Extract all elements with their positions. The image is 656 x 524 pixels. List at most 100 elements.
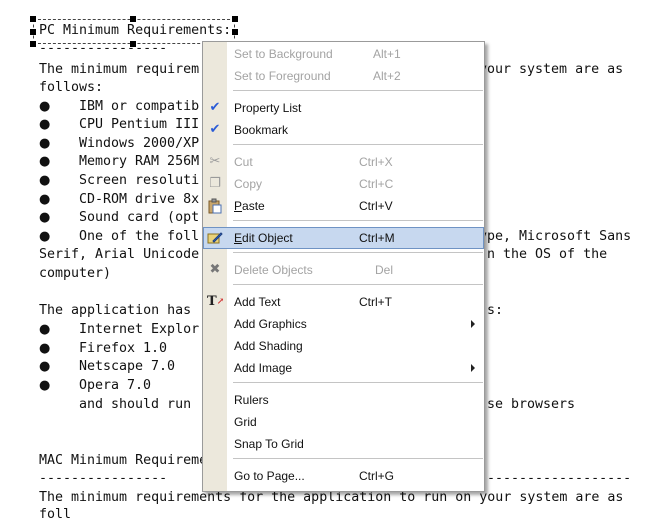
menu-item-label: Add Image: [234, 361, 293, 375]
bullet: ●: [39, 378, 51, 393]
resize-handle-middle-left[interactable]: [30, 29, 36, 35]
browsers-outro-left: and should run: [79, 397, 192, 412]
browser-item-2: Firefox 1.0: [79, 341, 168, 356]
mac-rule-right: ------------------: [487, 471, 632, 486]
menu-item-label: Copy: [234, 177, 263, 191]
menu-item-shortcut: Ctrl+C: [359, 177, 394, 191]
menu-item-rulers[interactable]: Rulers: [203, 389, 484, 411]
mac-follows: foll: [39, 507, 72, 522]
bullet: ●: [39, 99, 51, 114]
mac-title: MAC Minimum Requireme: [39, 453, 208, 468]
menu-item-go-to-page[interactable]: Go to Page... Ctrl+G: [203, 465, 484, 487]
pc-wrap-right: n the OS of the: [487, 247, 608, 262]
pc-item-4: Memory RAM 256M: [79, 154, 200, 169]
pc-item-6: CD-ROM drive 8x: [79, 192, 200, 207]
menu-item-set-to-background[interactable]: Set to Background Alt+1: [203, 43, 484, 65]
scissors-icon: ✂: [209, 154, 221, 169]
context-menu: Set to Background Alt+1 Set to Foregroun…: [202, 41, 485, 492]
menu-item-grid[interactable]: Grid: [203, 411, 484, 433]
menu-item-shortcut: Del: [375, 263, 394, 277]
menu-item-shortcut: Alt+2: [373, 69, 401, 83]
menu-item-label: Snap To Grid: [234, 437, 304, 451]
menu-item-shortcut: Ctrl+M: [359, 231, 395, 245]
browser-item-3: Netscape 7.0: [79, 359, 176, 374]
menu-item-delete-objects[interactable]: ✖ Delete Objects Del: [203, 259, 484, 281]
browsers-intro-right: s:: [487, 303, 504, 318]
menu-item-label: Property List: [234, 101, 302, 115]
menu-separator: [233, 144, 483, 145]
menu-item-copy[interactable]: ❐ Copy Ctrl+C: [203, 173, 484, 195]
menu-item-shortcut: Ctrl+G: [359, 469, 395, 483]
submenu-arrow-icon: [471, 364, 475, 372]
menu-item-set-to-foreground[interactable]: Set to Foreground Alt+2: [203, 65, 484, 87]
menu-item-shortcut: Ctrl+X: [359, 155, 393, 169]
menu-item-bookmark[interactable]: ✔ Bookmark: [203, 119, 484, 141]
pc-intro-right: your system are as: [479, 62, 624, 77]
menu-item-label: Cut: [234, 155, 253, 169]
menu-item-property-list[interactable]: ✔ Property List: [203, 97, 484, 119]
menu-item-shortcut: Ctrl+V: [359, 199, 393, 213]
bullet: ●: [39, 359, 51, 374]
menu-item-label: Set to Background: [234, 47, 333, 61]
menu-item-add-image[interactable]: Add Image: [203, 357, 484, 379]
delete-icon: ✖: [209, 262, 221, 277]
menu-item-cut[interactable]: ✂ Cut Ctrl+X: [203, 151, 484, 173]
pc-intro-left: The minimum requirem: [39, 62, 200, 77]
browser-item-4: Opera 7.0: [79, 378, 152, 393]
resize-handle-top-left[interactable]: [30, 16, 36, 22]
menu-item-label: Bookmark: [234, 123, 289, 137]
menu-item-label: Grid: [234, 415, 257, 429]
menu-item-add-graphics[interactable]: Add Graphics: [203, 313, 484, 335]
pc-item-2: CPU Pentium III: [79, 117, 200, 132]
pc-follows: follows:: [39, 80, 104, 95]
menu-item-edit-object[interactable]: Edit Object Ctrl+M: [203, 227, 484, 249]
paste-icon: [207, 198, 223, 214]
menu-item-label: Edit Object: [234, 231, 293, 245]
menu-item-label: Add Graphics: [234, 317, 307, 331]
menu-item-paste[interactable]: Paste Ctrl+V: [203, 195, 484, 217]
menu-item-shortcut: Ctrl+T: [359, 295, 392, 309]
check-icon: ✔: [209, 122, 221, 137]
bullet: ●: [39, 117, 51, 132]
pc-item-8-right: ype, Microsoft Sans: [479, 229, 632, 244]
menu-separator: [233, 458, 483, 459]
menu-separator: [233, 382, 483, 383]
bullet: ●: [39, 136, 51, 151]
menu-item-label: Rulers: [234, 393, 269, 407]
bullet: ●: [39, 322, 51, 337]
resize-handle-top-right[interactable]: [232, 16, 238, 22]
bullet: ●: [39, 341, 51, 356]
pc-rule: ----------------: [39, 41, 168, 56]
menu-item-add-text[interactable]: T↗ Add Text Ctrl+T: [203, 291, 484, 313]
add-text-icon: T↗: [207, 294, 225, 309]
submenu-arrow-icon: [471, 320, 475, 328]
bullet: ●: [39, 154, 51, 169]
menu-item-label: Delete Objects: [234, 263, 313, 277]
edit-object-icon: [207, 230, 223, 246]
menu-item-add-shading[interactable]: Add Shading: [203, 335, 484, 357]
pc-item-8: One of the foll: [79, 229, 200, 244]
menu-separator: [233, 284, 483, 285]
menu-item-label: Add Shading: [234, 339, 303, 353]
menu-separator: [233, 90, 483, 91]
menu-item-snap-to-grid[interactable]: Snap To Grid: [203, 433, 484, 455]
menu-separator: [233, 252, 483, 253]
browser-item-1: Internet Explor: [79, 322, 200, 337]
menu-item-label: Go to Page...: [234, 469, 305, 483]
bullet: ●: [39, 173, 51, 188]
menu-item-label: Add Text: [234, 295, 281, 309]
pc-item-7: Sound card (opt: [79, 210, 200, 225]
browsers-intro-left: The application has: [39, 303, 192, 318]
menu-item-label: Set to Foreground: [234, 69, 331, 83]
resize-handle-middle-right[interactable]: [232, 29, 238, 35]
bullet: ●: [39, 229, 51, 244]
browsers-outro-right: se browsers: [487, 397, 576, 412]
pc-item-3: Windows 2000/XP: [79, 136, 200, 151]
pc-item-5: Screen resoluti: [79, 173, 200, 188]
pc-wrap-computer: computer): [39, 266, 112, 281]
copy-icon: ❐: [209, 176, 221, 191]
pc-item-1: IBM or compatib: [79, 99, 200, 114]
menu-separator: [233, 220, 483, 221]
mac-rule: ----------------: [39, 471, 168, 486]
resize-handle-bottom-left[interactable]: [30, 41, 36, 47]
